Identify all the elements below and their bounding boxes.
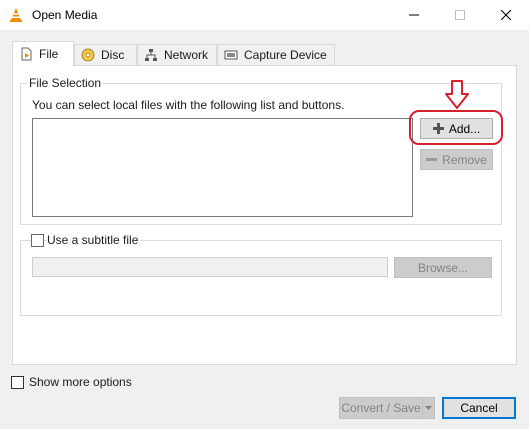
remove-button[interactable]: Remove <box>420 149 493 170</box>
subtitle-checkbox[interactable] <box>31 234 44 247</box>
add-button[interactable]: Add... <box>420 118 493 139</box>
subtitle-checkbox-label: Use a subtitle file <box>47 233 141 247</box>
close-icon <box>501 10 511 20</box>
file-icon <box>21 47 32 61</box>
subtitle-group <box>20 240 502 316</box>
remove-button-label: Remove <box>442 152 487 167</box>
convert-save-label: Convert / Save <box>341 401 421 415</box>
tab-capture-device-label: Capture Device <box>244 48 327 62</box>
file-selection-title: File Selection <box>27 76 104 90</box>
minimize-button[interactable] <box>391 0 437 30</box>
tab-capture-device[interactable]: Capture Device <box>217 44 335 65</box>
capture-device-icon <box>224 50 238 60</box>
browse-button[interactable]: Browse... <box>394 257 492 278</box>
network-icon <box>145 49 157 61</box>
vlc-cone-icon <box>10 8 22 22</box>
minus-icon <box>426 158 438 161</box>
maximize-icon <box>455 10 465 20</box>
browse-button-label: Browse... <box>417 260 468 275</box>
tab-file-label: File <box>39 47 59 61</box>
tab-network-label: Network <box>164 48 209 62</box>
tab-disc-label: Disc <box>101 48 125 62</box>
file-selection-description: You can select local files with the foll… <box>32 98 345 112</box>
tab-network[interactable]: Network <box>137 44 217 65</box>
file-list[interactable] <box>32 118 413 217</box>
cancel-button[interactable]: Cancel <box>442 397 516 419</box>
disc-icon <box>81 48 95 62</box>
minimize-icon <box>409 14 419 16</box>
tab-disc[interactable]: Disc <box>74 44 137 65</box>
maximize-button <box>437 0 483 30</box>
convert-save-dropdown[interactable] <box>422 397 435 419</box>
close-button[interactable] <box>483 0 529 30</box>
chevron-down-icon <box>425 406 432 410</box>
cancel-button-label: Cancel <box>460 401 498 415</box>
show-more-options-checkbox[interactable] <box>11 376 24 389</box>
window-title: Open Media <box>32 8 98 22</box>
subtitle-path-input[interactable] <box>32 257 388 277</box>
dialog-body: File Disc Network Capture Device File Se… <box>0 30 529 429</box>
add-button-label: Add... <box>448 121 481 136</box>
show-more-options-label: Show more options <box>29 375 132 389</box>
title-bar: Open Media <box>0 0 529 30</box>
convert-save-button[interactable]: Convert / Save <box>339 397 423 419</box>
tab-file[interactable]: File <box>12 41 74 66</box>
plus-icon <box>432 123 444 134</box>
annotation-arrow-icon <box>445 80 469 109</box>
